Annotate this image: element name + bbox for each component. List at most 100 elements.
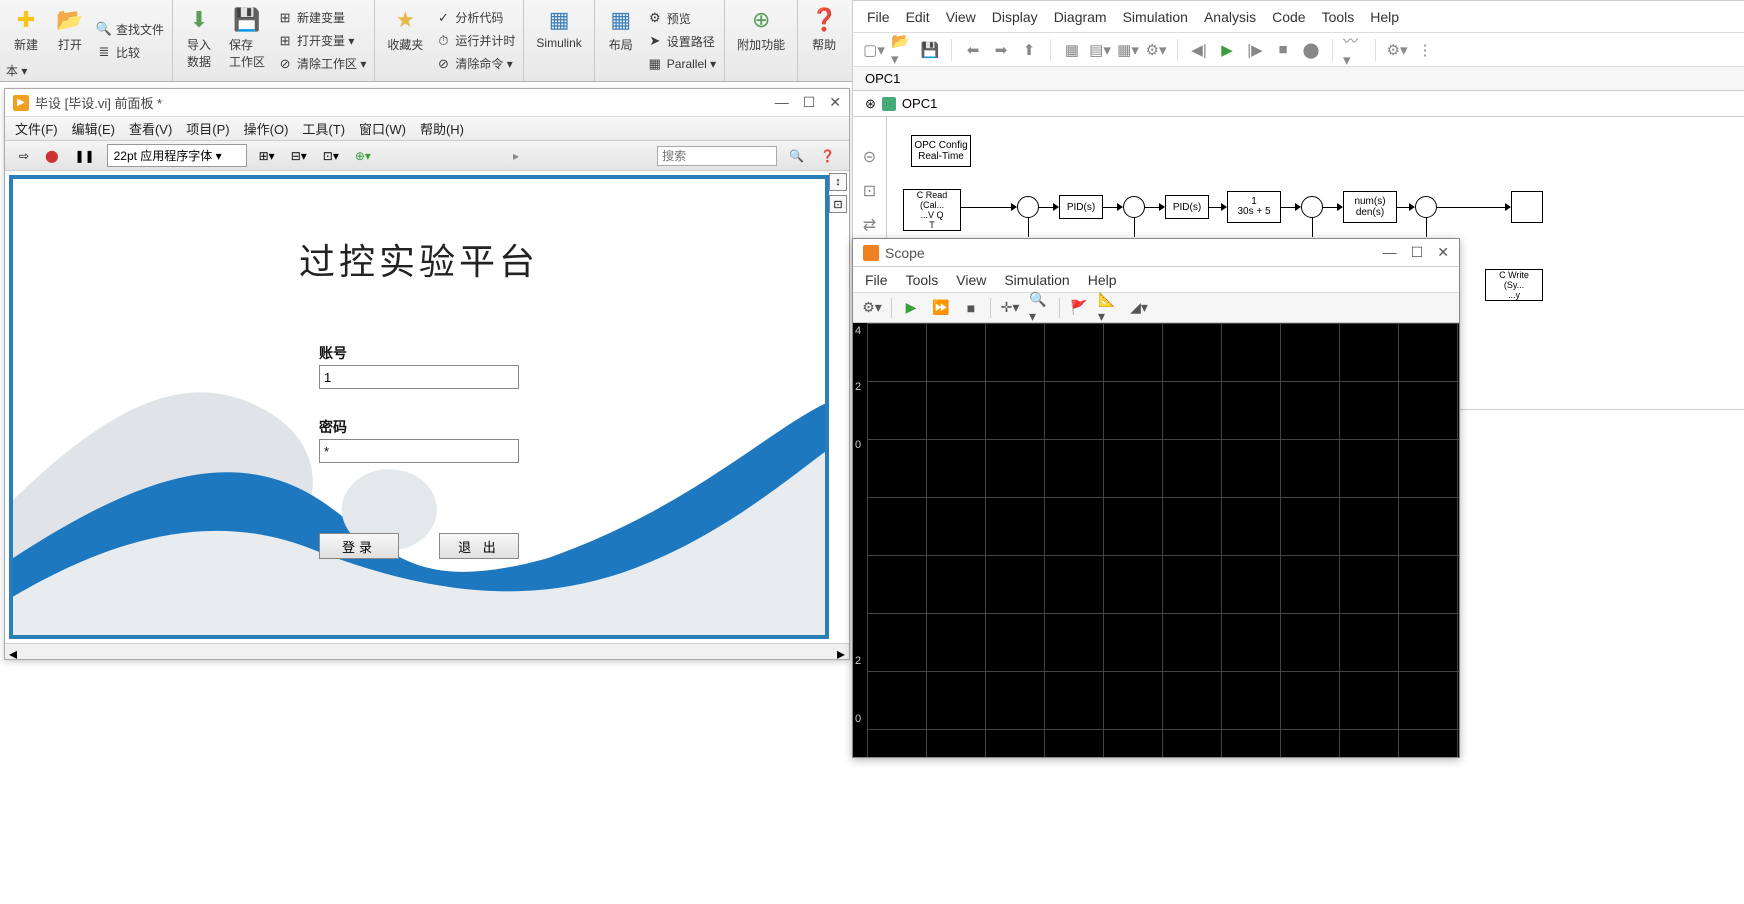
find-files-button[interactable]: 🔍查找文件 [94,19,166,40]
opc-config-block[interactable]: OPC Config Real-Time [911,135,971,167]
front-panel-canvas[interactable]: 过控实验平台 账号 密码 登录 退 出 [9,175,829,639]
run-button[interactable]: ⇨ [15,147,33,165]
favorites-button[interactable]: ★收藏夹 [381,4,429,77]
scope-menu-simulation[interactable]: Simulation [1004,272,1069,288]
scope-cursor-icon[interactable]: ✛▾ [999,297,1021,319]
import-data-button[interactable]: ⬇导入 数据 [179,4,219,77]
sim-menu-diagram[interactable]: Diagram [1054,9,1107,25]
scope-minimize-button[interactable]: — [1383,244,1397,261]
pid1-block[interactable]: PID(s) [1059,195,1103,219]
addons-button[interactable]: ⊕附加功能 [731,4,791,77]
new-var-button[interactable]: ⊞新建变量 [275,7,368,28]
preview-button[interactable]: ⚙预览 [645,8,718,29]
reorder-button[interactable]: ⊕▾ [351,147,375,165]
clear-cmd-button[interactable]: ⊘清除命令 ▾ [433,53,517,74]
sim-menu-edit[interactable]: Edit [906,9,930,25]
minimize-button[interactable]: — [775,94,789,111]
save-model-icon[interactable]: 💾 [919,39,941,61]
scope-highlight-icon[interactable]: ◢▾ [1128,297,1150,319]
scope-plot[interactable]: 4 2 0 2 0 [853,323,1459,757]
sim-menu-display[interactable]: Display [992,9,1038,25]
scope-stop-icon[interactable]: ■ [960,297,982,319]
back-icon[interactable]: ⬅ [962,39,984,61]
menu-help[interactable]: 帮助(H) [420,119,464,138]
scope-menu-view[interactable]: View [956,272,986,288]
fit-icon[interactable]: ⊡ [829,195,847,213]
sim-menu-file[interactable]: File [867,9,890,25]
up-icon[interactable]: ⬆ [1018,39,1040,61]
scope-maximize-button[interactable]: ☐ [1411,244,1424,261]
breadcrumb-path[interactable]: OPC1 [902,96,937,111]
password-input[interactable] [319,439,519,463]
sum-block-3[interactable] [1301,196,1323,218]
pid2-block[interactable]: PID(s) [1165,195,1209,219]
hide-icon[interactable]: ⊝ [863,147,876,167]
distribute-button[interactable]: ⊟▾ [287,147,311,165]
scope-zoom-icon[interactable]: 🔍▾ [1029,297,1051,319]
record-icon[interactable]: ⬤ [1300,39,1322,61]
menu-view[interactable]: 查看(V) [129,119,172,138]
tf2-block[interactable]: num(s) den(s) [1343,191,1397,223]
menu-project[interactable]: 项目(P) [186,119,229,138]
sum-block-4[interactable] [1415,196,1437,218]
set-path-button[interactable]: ➤设置路径 [645,31,718,52]
scope-run-icon[interactable]: ▶ [900,297,922,319]
scope-trigger-icon[interactable]: 🚩 [1068,297,1090,319]
menu-window[interactable]: 窗口(W) [359,119,406,138]
menu-file[interactable]: 文件(F) [15,119,58,138]
run-sim-icon[interactable]: ▶ [1216,39,1238,61]
sim-menu-analysis[interactable]: Analysis [1204,9,1256,25]
new-model-icon[interactable]: ▢▾ [863,39,885,61]
menu-edit[interactable]: 编辑(E) [72,119,115,138]
sum-block-1[interactable] [1017,196,1039,218]
parallel-button[interactable]: ▦Parallel ▾ [645,54,718,74]
clear-ws-button[interactable]: ⊘清除工作区 ▾ [275,53,368,74]
search-go-icon[interactable]: 🔍 [785,147,808,165]
stop-sim-icon[interactable]: ■ [1272,39,1294,61]
align-button[interactable]: ⊞▾ [255,147,279,165]
library-icon[interactable]: ▦ [1061,39,1083,61]
maximize-button[interactable]: ☐ [803,94,816,111]
resize-button[interactable]: ⊡▾ [319,147,343,165]
stop-button[interactable]: ⬤ [41,147,62,165]
close-button[interactable]: ✕ [829,94,841,111]
model-config-icon[interactable]: ▤▾ [1089,39,1111,61]
opc-write-block[interactable]: C Write (Sy... ...y [1485,269,1543,301]
sim-menu-code[interactable]: Code [1272,9,1305,25]
context-help-icon[interactable]: ❓ [816,147,839,165]
open-model-icon[interactable]: 📂▾ [891,39,913,61]
simulink-tab[interactable]: OPC1 [853,67,1744,91]
ben-dropdown[interactable]: 本 ▾ [4,60,29,81]
gear-icon[interactable]: ⚙▾ [1145,39,1167,61]
username-input[interactable] [319,365,519,389]
help-button[interactable]: ❓帮助 [804,4,844,77]
save-workspace-button[interactable]: 💾保存 工作区 [223,4,271,77]
more-icon[interactable]: ⋮ [1414,39,1436,61]
scope-measure-icon[interactable]: 📐▾ [1098,297,1120,319]
sim-menu-tools[interactable]: Tools [1322,9,1355,25]
sim-menu-simulation[interactable]: Simulation [1123,9,1188,25]
tf-block[interactable]: 1 30s + 5 [1227,191,1281,223]
sum-block-2[interactable] [1123,196,1145,218]
scope-config-icon[interactable]: ⚙▾ [861,297,883,319]
menu-operate[interactable]: 操作(O) [244,119,289,138]
scope-block[interactable] [1511,191,1543,223]
pause-button[interactable]: ❚❚ [71,147,99,165]
exit-button[interactable]: 退 出 [439,533,519,559]
open-var-button[interactable]: ⊞打开变量 ▾ [275,30,368,51]
simulink-button[interactable]: ▦Simulink [530,4,587,77]
scroll-lock-icon[interactable]: ↕ [829,173,847,191]
sim-menu-view[interactable]: View [946,9,976,25]
run-timer-button[interactable]: ⏱运行并计时 [433,30,517,51]
opc-read-block[interactable]: C Read (Cal... ...V Q T [903,189,961,231]
sim-menu-help[interactable]: Help [1370,9,1399,25]
scope-menu-help[interactable]: Help [1088,272,1117,288]
build-icon[interactable]: ⚙▾ [1386,39,1408,61]
scope-step-icon[interactable]: ⏩ [930,297,952,319]
scope-close-button[interactable]: ✕ [1437,244,1449,261]
signal-icon[interactable]: 〰▾ [1343,39,1365,61]
horizontal-scrollbar[interactable]: ◂▸ [5,643,849,659]
search-input[interactable] [657,146,777,166]
nav-back-icon[interactable]: ⊛ [865,96,876,112]
analyze-button[interactable]: ✓分析代码 [433,7,517,28]
